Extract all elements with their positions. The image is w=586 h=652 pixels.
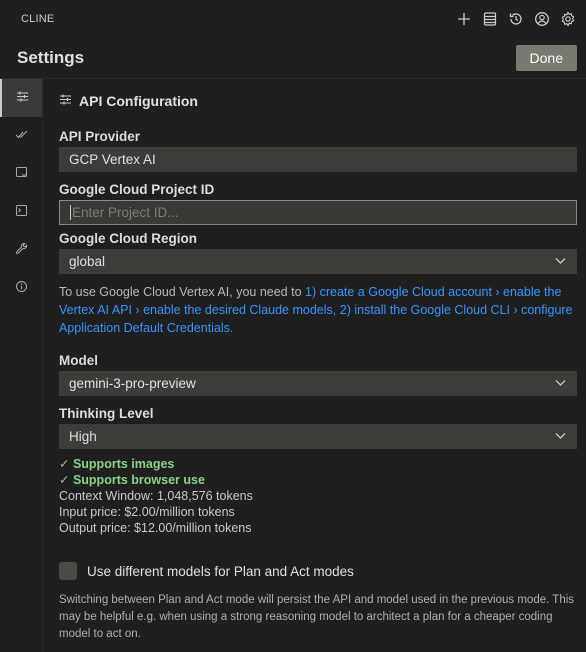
nav-item-terminal[interactable] xyxy=(0,193,42,231)
project-id-label: Google Cloud Project ID xyxy=(59,182,215,197)
app-title: CLINE xyxy=(21,13,55,25)
plan-act-note: Switching between Plan and Act mode will… xyxy=(59,594,575,640)
api-provider-group: API Provider GCP Vertex AI xyxy=(59,129,577,172)
feature-images: ✓ Supports images xyxy=(59,457,175,471)
checkmark-icon: ✓ xyxy=(59,473,73,487)
model-value: gemini-3-pro-preview xyxy=(69,376,196,391)
wrench-icon xyxy=(15,242,28,258)
vertex-help-text: To use Google Cloud Vertex AI, you need … xyxy=(59,283,577,337)
feature-browser-use: ✓ Supports browser use xyxy=(59,473,205,487)
message-icon xyxy=(15,166,28,182)
sliders-icon xyxy=(59,93,72,109)
settings-header: Settings Done xyxy=(0,38,586,79)
sliders-icon xyxy=(16,90,29,106)
plan-act-label: Use different models for Plan and Act mo… xyxy=(87,563,354,579)
terminal-icon xyxy=(15,204,28,220)
project-id-input[interactable] xyxy=(70,205,566,220)
project-id-group: Google Cloud Project ID xyxy=(59,182,577,225)
account-icon[interactable] xyxy=(532,9,552,29)
toolbar xyxy=(454,9,578,29)
model-select[interactable]: gemini-3-pro-preview xyxy=(59,371,577,396)
gear-icon[interactable] xyxy=(558,9,578,29)
api-provider-label: API Provider xyxy=(59,129,141,144)
output-price: Output price: $12.00/million tokens xyxy=(59,521,252,535)
chevron-down-icon xyxy=(554,376,567,392)
database-icon[interactable] xyxy=(480,9,500,29)
chevron-down-icon xyxy=(554,254,567,270)
region-group: Google Cloud Region global xyxy=(59,231,577,274)
api-provider-select[interactable]: GCP Vertex AI xyxy=(59,147,577,172)
region-select[interactable]: global xyxy=(59,249,577,274)
nav-item-debug[interactable] xyxy=(0,231,42,269)
context-window: Context Window: 1,048,576 tokens xyxy=(59,489,253,503)
nav-item-api-configuration[interactable] xyxy=(0,79,42,117)
thinking-level-label: Thinking Level xyxy=(59,406,154,421)
section-title: API Configuration xyxy=(79,92,198,109)
top-bar: CLINE xyxy=(0,0,586,38)
thinking-level-value: High xyxy=(69,429,97,444)
thinking-level-group: Thinking Level High xyxy=(59,406,577,449)
model-group: Model gemini-3-pro-preview xyxy=(59,353,577,396)
region-value: global xyxy=(69,254,106,269)
check-icon xyxy=(15,128,28,144)
info-icon xyxy=(15,280,28,296)
nav-item-features[interactable] xyxy=(0,117,42,155)
plus-icon[interactable] xyxy=(454,9,474,29)
settings-content: API Configuration API Provider GCP Verte… xyxy=(59,79,577,643)
settings-sidebar xyxy=(0,79,43,652)
input-price: Input price: $2.00/million tokens xyxy=(59,505,235,519)
chevron-down-icon xyxy=(554,429,567,445)
model-label: Model xyxy=(59,353,98,368)
history-icon[interactable] xyxy=(506,9,526,29)
api-provider-value: GCP Vertex AI xyxy=(69,152,156,167)
model-info: ✓ Supports images ✓ Supports browser use… xyxy=(59,456,577,536)
project-id-field-wrapper xyxy=(59,200,577,225)
region-label: Google Cloud Region xyxy=(59,231,197,246)
done-button[interactable]: Done xyxy=(515,45,577,71)
help-prefix: To use Google Cloud Vertex AI, you need … xyxy=(59,285,305,299)
plan-act-checkbox[interactable] xyxy=(59,562,77,580)
thinking-level-select[interactable]: High xyxy=(59,424,577,449)
plan-act-toggle-row[interactable]: Use different models for Plan and Act mo… xyxy=(59,562,577,580)
checkmark-icon: ✓ xyxy=(59,457,73,471)
nav-item-about[interactable] xyxy=(0,269,42,307)
page-title: Settings xyxy=(17,48,85,67)
section-header: API Configuration xyxy=(59,79,577,122)
nav-item-browser[interactable] xyxy=(0,155,42,193)
